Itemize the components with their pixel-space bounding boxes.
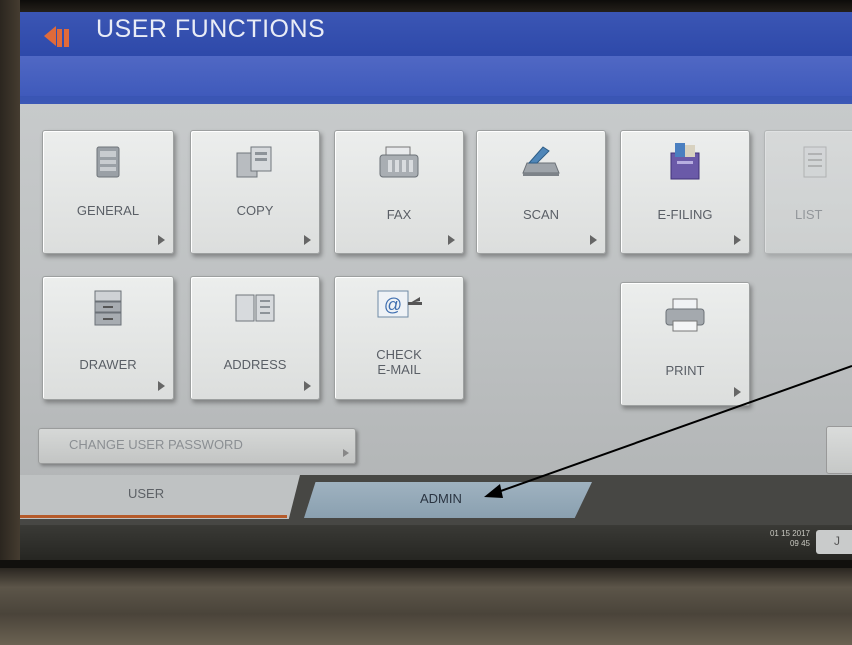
title-bar: USER FUNCTIONS — [20, 12, 852, 104]
e-filing-button[interactable]: E-FILING — [620, 130, 750, 254]
time-text: 09 45 — [789, 539, 810, 548]
scanner-icon — [522, 146, 560, 176]
fax-button[interactable]: FAX — [334, 130, 464, 254]
e-filing-icon — [670, 143, 700, 180]
print-button[interactable]: PRINT — [620, 282, 750, 406]
submenu-arrow-icon — [158, 235, 165, 245]
email-label: E-MAIL — [377, 362, 421, 377]
drawer-label: DRAWER — [79, 357, 137, 372]
tab-admin[interactable]: ADMIN — [304, 482, 592, 518]
e-filing-label: E-FILING — [657, 207, 713, 222]
date-time-display: 01 15 2017 09 45 — [714, 529, 810, 549]
list-button[interactable]: LIST — [764, 130, 852, 254]
change-user-password-button[interactable]: CHANGE USER PASSWORD — [38, 428, 356, 464]
submenu-arrow-icon — [448, 235, 455, 245]
screen-bezel-left — [0, 0, 20, 645]
submenu-arrow-icon — [158, 381, 165, 391]
fax-label: FAX — [386, 207, 412, 222]
submenu-arrow-icon — [590, 235, 597, 245]
copy-icon — [236, 146, 272, 178]
copy-label: COPY — [236, 203, 274, 218]
copy-button[interactable]: COPY — [190, 130, 320, 254]
screen-bezel-top — [0, 0, 852, 12]
submenu-arrow-icon — [304, 381, 311, 391]
svg-text:@: @ — [384, 295, 402, 315]
list-icon — [803, 146, 827, 178]
submenu-arrow-icon — [343, 449, 349, 457]
general-settings-icon — [96, 146, 120, 178]
print-label: PRINT — [665, 363, 705, 378]
check-email-button[interactable]: @ CHECK E-MAIL — [334, 276, 464, 400]
back-icon[interactable] — [42, 22, 76, 50]
tab-user-label: USER — [128, 486, 165, 501]
address-label: ADDRESS — [223, 357, 287, 372]
general-button[interactable]: GENERAL — [42, 130, 174, 254]
date-text: 01 15 2017 — [769, 529, 810, 538]
printer-icon — [665, 298, 705, 332]
address-button[interactable]: ADDRESS — [190, 276, 320, 400]
scan-button[interactable]: SCAN — [476, 130, 606, 254]
tab-user[interactable]: USER — [20, 475, 300, 519]
tab-admin-label: ADMIN — [420, 491, 462, 506]
address-book-icon — [235, 294, 275, 322]
page-title: USER FUNCTIONS — [96, 15, 326, 43]
list-label: LIST — [795, 207, 823, 222]
device-frame-bottom — [0, 568, 852, 645]
check-email-icon: @ — [377, 290, 422, 318]
general-label: GENERAL — [76, 203, 140, 218]
change-user-password-label: CHANGE USER PASSWORD — [69, 437, 243, 452]
submenu-arrow-icon — [734, 235, 741, 245]
touch-screen: USER FUNCTIONS GENERAL COPY FAX SCAN E-F… — [20, 12, 852, 560]
submenu-arrow-icon — [304, 235, 311, 245]
tab-user-indicator — [20, 515, 287, 518]
partial-button[interactable] — [826, 426, 852, 474]
fax-icon — [379, 146, 419, 178]
drawer-button[interactable]: DRAWER — [42, 276, 174, 400]
submenu-arrow-icon — [734, 387, 741, 397]
job-status-label: J — [834, 534, 840, 548]
title-bar-band — [20, 56, 852, 96]
check-label: CHECK — [376, 347, 422, 362]
scan-label: SCAN — [522, 207, 560, 222]
job-status-button[interactable]: J — [816, 530, 852, 554]
drawer-icon — [94, 290, 122, 326]
